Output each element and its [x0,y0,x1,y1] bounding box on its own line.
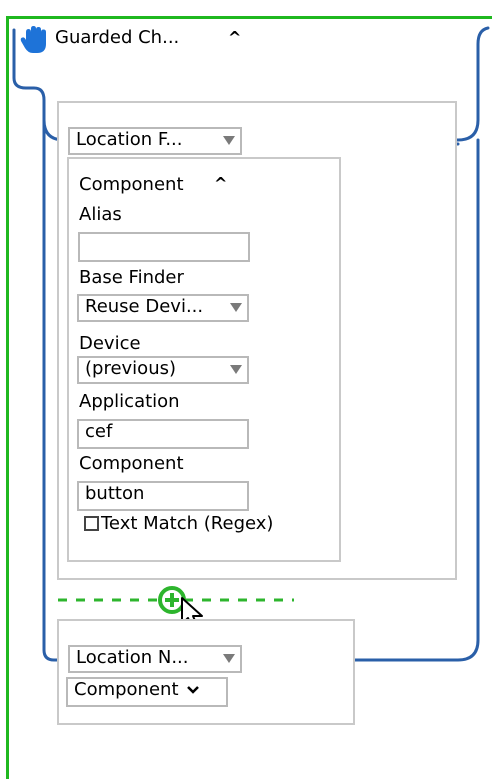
component-collapse-icon[interactable]: ^ [214,176,227,192]
base-finder-value: Reuse Devi... [85,296,204,317]
alias-label: Alias [79,204,122,225]
location-next-dropdown-label: Location N... [76,647,189,668]
base-finder-label: Base Finder [79,267,184,288]
guarded-block-title: Guarded Ch... [55,27,180,48]
chevron-down-icon [230,303,242,312]
component-dropdown-label: Component [74,679,179,700]
alias-field[interactable] [78,232,250,262]
component-label: Component [79,453,184,474]
component-dropdown[interactable]: Component [66,677,228,707]
chevron-down-icon [223,136,235,145]
application-field[interactable]: cef [77,419,249,449]
chevron-down-icon [187,686,200,694]
location-next-dropdown[interactable]: Location N... [68,645,242,673]
chevron-down-icon [230,365,242,374]
device-label: Device [79,333,141,354]
caret-up-icon[interactable]: ^ [228,30,241,46]
hand-icon [20,26,46,53]
location-finder-dropdown[interactable]: Location F... [68,127,242,155]
device-dropdown[interactable]: (previous) [77,356,249,384]
application-label: Application [79,391,180,412]
component-field[interactable]: button [77,481,249,511]
component-section-title: Component [79,174,184,195]
chevron-down-icon [223,654,235,663]
text-match-label: Text Match (Regex) [101,513,274,534]
base-finder-dropdown[interactable]: Reuse Devi... [77,294,249,322]
guarded-block-header[interactable]: Guarded Ch... ^ [18,22,278,54]
location-finder-dropdown-label: Location F... [76,129,183,150]
device-value: (previous) [85,358,177,379]
text-match-checkbox[interactable] [84,516,99,531]
